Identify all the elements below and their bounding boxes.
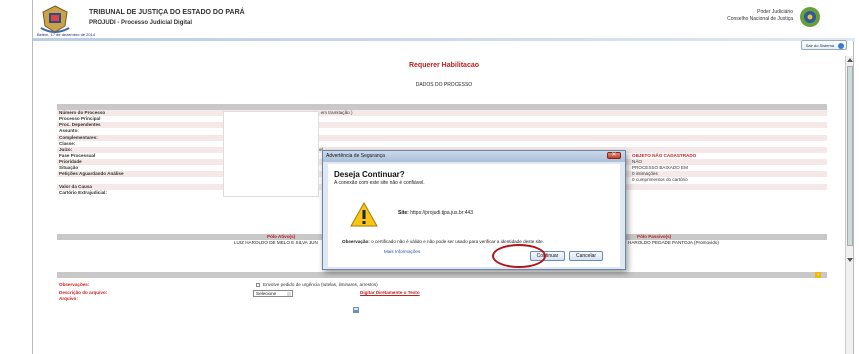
header-divider: [33, 38, 855, 41]
sair-do-sistema-button[interactable]: Sair do Sistema: [800, 40, 847, 50]
sair-label: Sair do Sistema: [805, 43, 834, 48]
vertical-scrollbar[interactable]: [845, 56, 853, 354]
polo-ativo-name: LUIZ HAROLDO DE MELO E SILVA JUN: [234, 240, 318, 245]
cancel-button[interactable]: Cancelar: [569, 251, 603, 261]
dialog-title: Advertência de Segurança: [326, 153, 385, 159]
page-title: Requerer Habilitacao: [408, 62, 480, 69]
urgencia-checkbox[interactable]: [256, 283, 260, 287]
arquivo-label: Arquivo:: [59, 296, 78, 301]
site-label: Site:: [398, 210, 409, 216]
poder-judiciario-label: Poder Judiciário Conselho Nacional de Ju…: [727, 9, 793, 23]
cnj-text: Conselho Nacional de Justiça: [727, 16, 793, 22]
more-info-link[interactable]: Mais Informações: [384, 249, 420, 254]
tribunal-title: TRIBUNAL DE JUSTIÇA DO ESTADO DO PARÁ: [89, 9, 245, 16]
cnj-logo-icon: [800, 7, 820, 27]
polo-passivo-name: HAROLDO PEDADE PANTOJA (Promovido): [628, 240, 719, 245]
field-label: Cartório Extrajudicial:: [59, 190, 107, 195]
observacoes-label: Observações:: [59, 282, 90, 287]
tjpa-seal-icon: [40, 5, 70, 33]
dialog-heading: Deseja Continuar?: [334, 170, 405, 179]
field-value-secondary: 0 cumprimentos do cartório: [632, 177, 688, 182]
warning-icon: [350, 201, 378, 227]
arquivo-row: Arquivo:: [57, 296, 827, 302]
observation-label: Observação:: [342, 239, 370, 244]
close-icon[interactable]: ✕: [607, 152, 621, 159]
page-frame: TRIBUNAL DE JUSTIÇA DO ESTADO DO PARÁ PR…: [32, 0, 855, 354]
exit-icon: [838, 43, 844, 49]
dialog-titlebar: Advertência de Segurança ✕: [323, 151, 625, 162]
site-value: https://projudi.tjpa.jus.br:443: [410, 210, 474, 216]
date-line: Belém, 17 de dezembro de 2014: [37, 32, 96, 37]
system-title: PROJUDI - Processo Judicial Digital: [89, 20, 193, 26]
page-subtitle: DADOS DO PROCESSO: [415, 82, 473, 88]
help-icon[interactable]: ?: [815, 272, 821, 278]
header: TRIBUNAL DE JUSTIÇA DO ESTADO DO PARÁ PR…: [33, 0, 855, 40]
scroll-thumb[interactable]: [847, 66, 853, 246]
process-field-row: Assunto:: [57, 128, 827, 134]
security-warning-dialog: Advertência de Segurança ✕ Deseja Contin…: [322, 150, 626, 270]
observacoes-row: Observações: Envolve pedido de urgência …: [57, 282, 827, 288]
form-header-bar: ?: [57, 272, 827, 278]
poder-text: Poder Judiciário: [757, 9, 793, 15]
attach-file-icon[interactable]: [352, 306, 360, 314]
redacted-box: [223, 111, 319, 197]
field-label: Assunto:: [59, 128, 79, 133]
scroll-down-icon[interactable]: [847, 258, 853, 262]
site-line: Site: https://projudi.tjpa.jus.br:443: [398, 210, 473, 216]
urgencia-label: Envolve pedido de urgência (tutelas, lim…: [263, 282, 378, 287]
highlight-circle: [492, 244, 546, 268]
dialog-subheading: A conexão com este site não é confiável.: [334, 180, 425, 186]
